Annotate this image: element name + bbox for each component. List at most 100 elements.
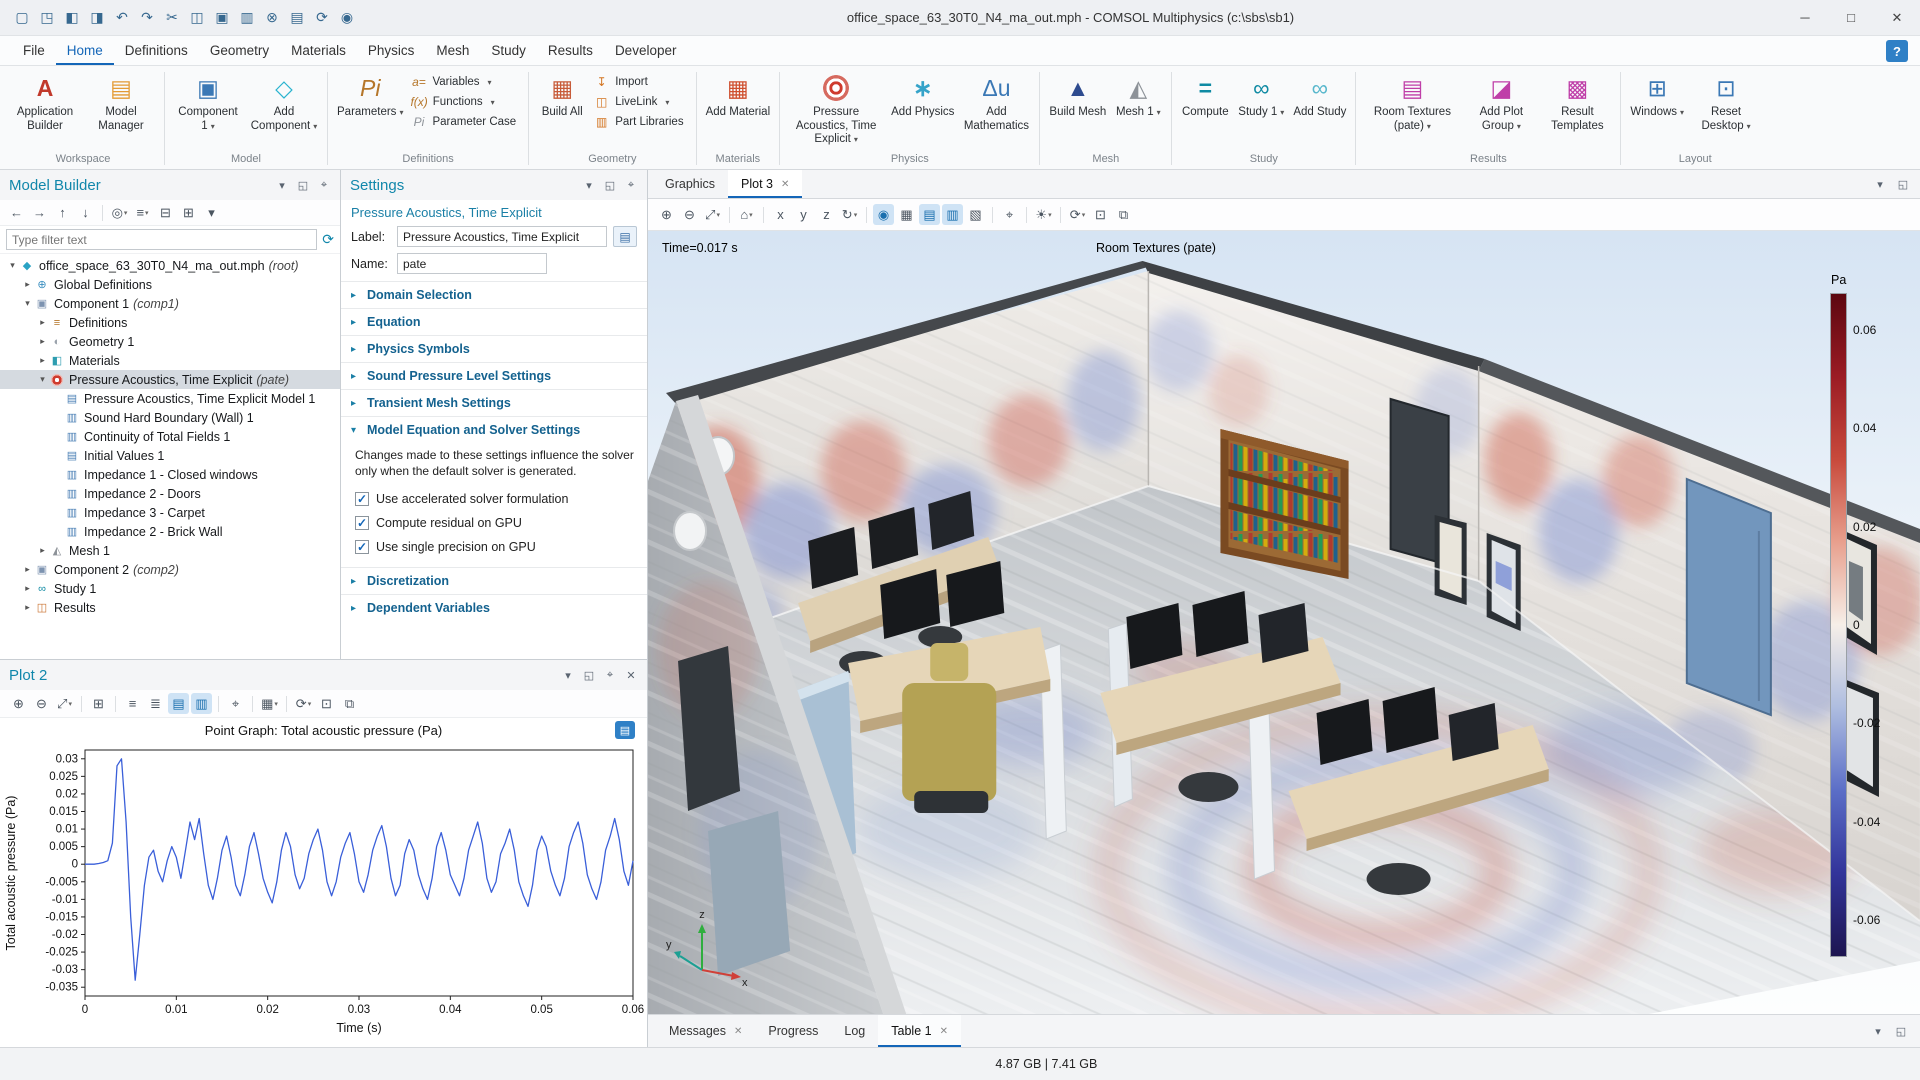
tab-log[interactable]: Log [831,1015,878,1047]
section-domain-selection[interactable]: ▸ Domain Selection [341,281,647,308]
tree-node-impedance-2-brick-wall[interactable]: ▥ Impedance 2 - Brick Wall [0,522,340,541]
rotate-view-icon[interactable]: ↻ ▾ [839,204,860,225]
tree-node-pressure-acoustics-time-explicit-model-1[interactable]: ▤ Pressure Acoustics, Time Explicit Model… [0,389,340,408]
go-to-default-view-icon[interactable]: ⌂ ▾ [736,204,757,225]
paste-icon[interactable]: ▣ [210,5,234,31]
more-options-icon[interactable]: ▾ [201,202,222,223]
transparency-icon[interactable]: ▧ [965,204,986,225]
float-panel-icon[interactable]: ◱ [1894,1025,1908,1038]
name-input[interactable] [397,253,547,274]
tab-progress[interactable]: Progress [755,1015,831,1047]
tree-node-office-space-63-30t0-n4-ma-out-mph[interactable]: ▾ ◆ office_space_63_30T0_N4_ma_out.mph (roo… [0,256,340,275]
pin-panel-icon[interactable]: ⌖ [603,669,617,682]
update-plot-icon[interactable]: ⟳ ▾ [1067,204,1088,225]
filter-input[interactable] [6,229,318,250]
update-solution-icon[interactable]: ⟳ [310,5,334,31]
collapse-all-icon[interactable]: ⊟ [155,202,176,223]
build-mesh-button[interactable]: ▲ Build Mesh [1046,68,1109,122]
tab-graphics[interactable]: Graphics [652,170,728,198]
minimize-button[interactable]: ─ [1782,0,1828,36]
model-tree-node-text-icon[interactable]: ≡ ▾ [132,202,153,223]
result-templates-button[interactable]: ▩ Result Templates [1540,68,1614,135]
move-down-icon[interactable]: ↓ [75,202,96,223]
tree-node-study-1[interactable]: ▸ ∞ Study 1 [0,579,340,598]
parameter-case-button[interactable]: Pi Parameter Case [408,114,522,130]
menu-file[interactable]: File [12,37,56,65]
menu-geometry[interactable]: Geometry [199,37,280,65]
panel-menu-icon[interactable]: ▾ [582,179,596,192]
expand-all-icon[interactable]: ⊞ [178,202,199,223]
snapshot-icon[interactable]: ⊡ [1090,204,1111,225]
play-sound-icon[interactable]: ◉ [873,204,894,225]
copy-icon[interactable]: ◫ [185,5,209,31]
print-icon[interactable]: ⧉ [1113,204,1134,225]
tree-node-component-1[interactable]: ▾ ▣ Component 1 (comp1) [0,294,340,313]
move-up-icon[interactable]: ↑ [52,202,73,223]
add-material-button[interactable]: ▦ Add Material [703,68,774,122]
help-icon[interactable]: ? [1886,40,1908,62]
component-1-button[interactable]: ▣ Component 1 ▾ [171,68,245,135]
axis-extents-icon[interactable]: ⊞ [88,693,109,714]
tree-node-results[interactable]: ▸ ◫ Results [0,598,340,617]
float-panel-icon[interactable]: ◱ [603,179,617,192]
graphics-canvas[interactable]: Time=0.017 s Room Textures (pate) Pa 0.0… [648,231,1920,1014]
menu-materials[interactable]: Materials [280,37,357,65]
zoom-out-icon[interactable]: ⊖ [31,693,52,714]
tab-plot-3[interactable]: Plot 3 ✕ [728,170,803,198]
menu-home[interactable]: Home [55,37,114,65]
print-icon[interactable]: ⧉ [339,693,360,714]
add-study-button[interactable]: ∞ Add Study [1290,68,1349,122]
refresh-icon[interactable]: ⟳ [322,231,334,248]
menu-physics[interactable]: Physics [357,37,426,65]
functions-button[interactable]: f(x) Functions ▾ [408,94,522,110]
parameters-button[interactable]: Pi Parameters ▾ [334,68,406,122]
menu-study[interactable]: Study [480,37,537,65]
panel-menu-icon[interactable]: ▾ [1873,178,1887,191]
x-log-scale-icon[interactable]: ≡ [122,693,143,714]
compile-equations-icon[interactable]: ▤ [285,5,309,31]
section-model-equation-and-solver-settings[interactable]: ▾ Model Equation and Solver Settings [341,416,647,443]
add-mathematics-button[interactable]: Δu Add Mathematics [959,68,1033,135]
part-libraries-button[interactable]: ▥ Part Libraries [591,114,689,130]
zoom-extents-icon[interactable]: ⤢ ▾ [702,204,723,225]
add-physics-button[interactable]: ∗ Add Physics [888,68,957,122]
panel-menu-icon[interactable]: ▾ [275,179,289,192]
checkbox-compute-residual-on-gpu[interactable]: ✓ Compute residual on GPU [355,511,635,535]
update-plot-icon[interactable]: ⟳ ▾ [293,693,314,714]
compute-button[interactable]: = Compute [1178,68,1232,122]
tab-table-1[interactable]: Table 1 ✕ [878,1015,961,1047]
tree-node-sound-hard-boundary-wall-1[interactable]: ▥ Sound Hard Boundary (Wall) 1 [0,408,340,427]
build-all-button[interactable]: ▦ Build All [535,68,589,122]
view-along-y-icon[interactable]: y [793,204,814,225]
section-physics-symbols[interactable]: ▸ Physics Symbols [341,335,647,362]
show-grid-icon[interactable]: ▦ [896,204,917,225]
open-in-window-button[interactable]: ▤ [615,721,635,739]
import-button[interactable]: ↧ Import [591,74,689,90]
rename-button[interactable]: ▤ [613,226,637,247]
undo-icon[interactable]: ↶ [110,5,134,31]
pressure-acoustics-time-explicit-button[interactable]: Pressure Acoustics, Time Explicit ▾ [786,68,886,149]
menu-mesh[interactable]: Mesh [425,37,480,65]
application-builder-button[interactable]: A Application Builder [8,68,82,135]
close-tab-icon[interactable]: ✕ [940,1026,948,1037]
mesh-1-button[interactable]: ◭ Mesh 1 ▾ [1111,68,1165,122]
lock-axes-icon[interactable]: ⌖ [225,693,246,714]
show-icon[interactable]: ◎ ▾ [109,202,130,223]
room-textures-pate-button[interactable]: ▤ Room Textures (pate) ▾ [1362,68,1462,135]
checkbox-use-accelerated-solver-formulation[interactable]: ✓ Use accelerated solver formulation [355,487,635,511]
delete-icon[interactable]: ⊗ [260,5,284,31]
y-log-scale-icon[interactable]: ≣ [145,693,166,714]
show-material-color-icon[interactable]: ▤ [919,204,940,225]
float-panel-icon[interactable]: ◱ [582,669,596,682]
menu-definitions[interactable]: Definitions [114,37,199,65]
show-grid-icon[interactable]: ▤ [168,693,189,714]
close-panel-icon[interactable]: ✕ [624,669,638,682]
tree-node-definitions[interactable]: ▸ ≡ Definitions [0,313,340,332]
go-forward-icon[interactable]: → [29,202,50,223]
tree-node-impedance-1-closed-windows[interactable]: ▥ Impedance 1 - Closed windows [0,465,340,484]
tree-node-initial-values-1[interactable]: ▤ Initial Values 1 [0,446,340,465]
section-equation[interactable]: ▸ Equation [341,308,647,335]
go-back-icon[interactable]: ← [6,202,27,223]
add-plot-group-button[interactable]: ◪ Add Plot Group ▾ [1464,68,1538,135]
tree-node-component-2[interactable]: ▸ ▣ Component 2 (comp2) [0,560,340,579]
